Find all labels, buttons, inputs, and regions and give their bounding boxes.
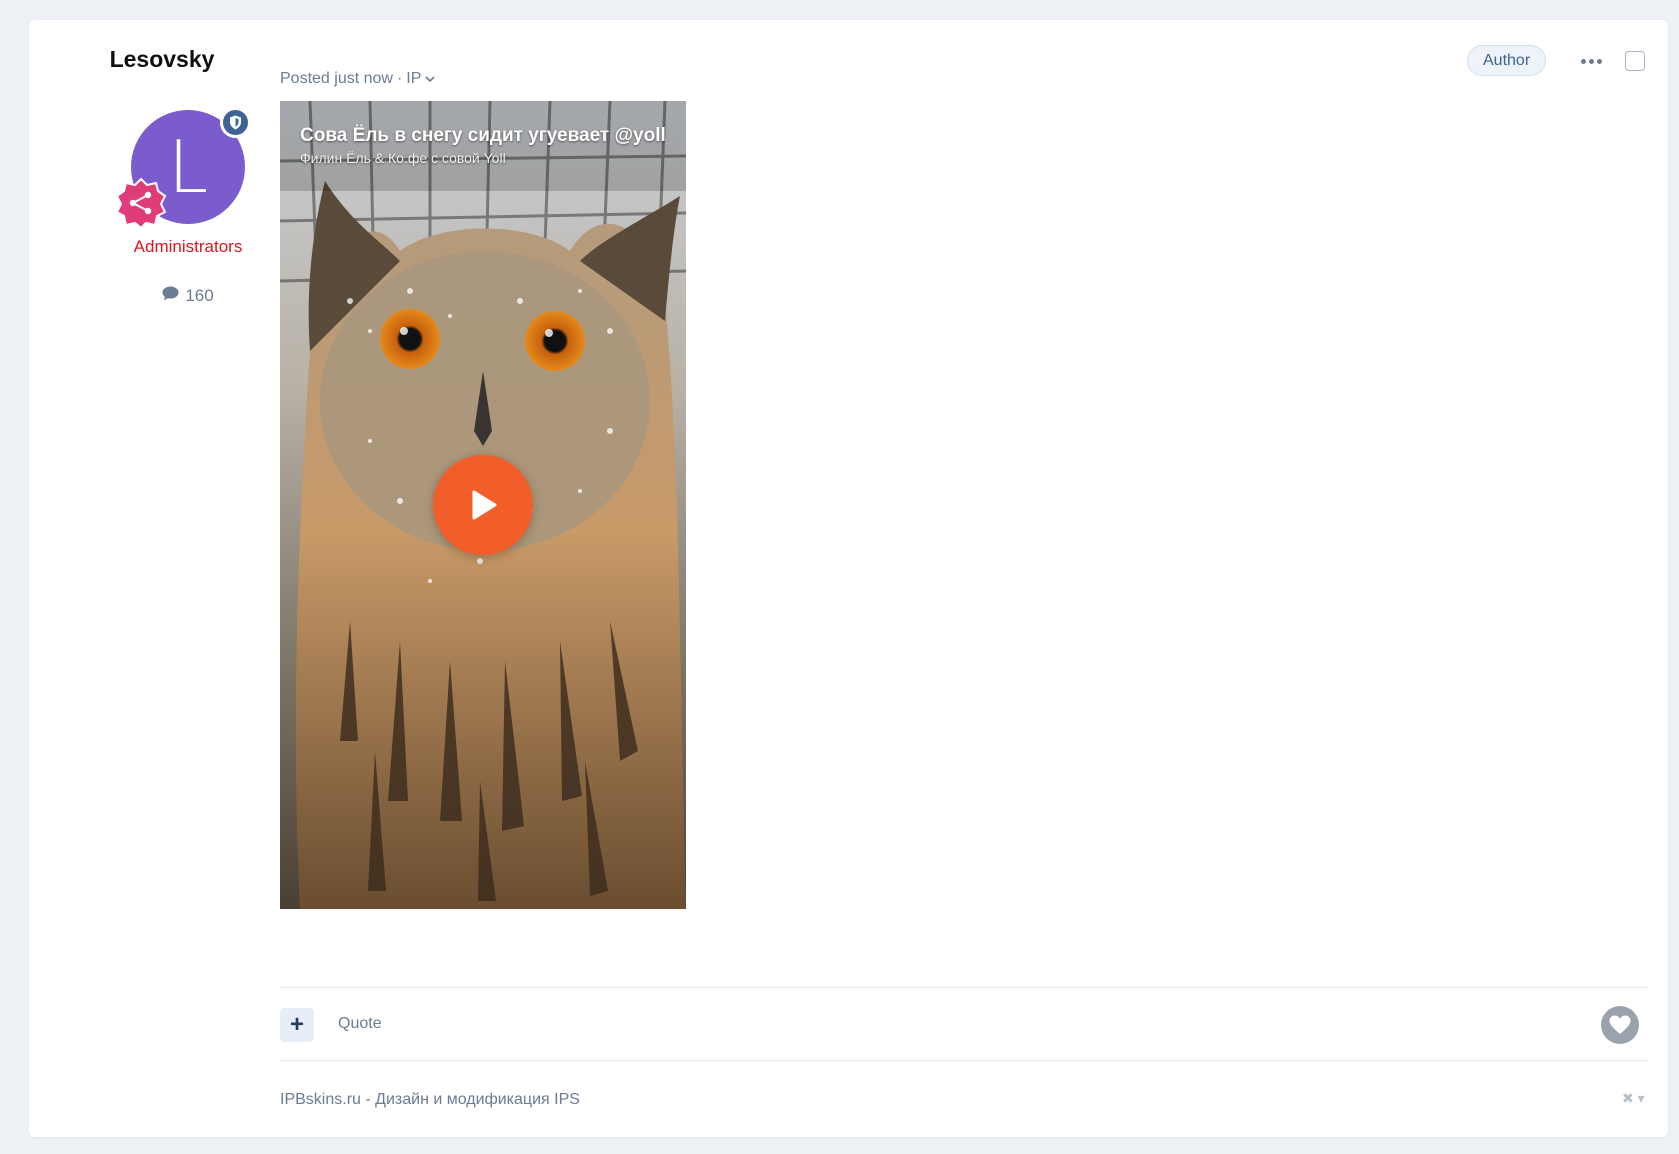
comment-icon bbox=[162, 286, 179, 306]
like-button[interactable] bbox=[1601, 1006, 1639, 1044]
more-options-button[interactable] bbox=[1576, 51, 1606, 71]
video-channel[interactable]: Филин Ёль & Ко.фе с совой Yoll bbox=[300, 150, 506, 166]
shield-icon bbox=[220, 107, 251, 138]
video-embed[interactable]: Сова Ёль в снегу сидит угуевает @yoll Фи… bbox=[280, 101, 686, 909]
dot-icon bbox=[1588, 58, 1594, 64]
dot-icon bbox=[1596, 58, 1602, 64]
chevron-down-icon[interactable] bbox=[425, 70, 435, 88]
dot-icon bbox=[1580, 58, 1586, 64]
post-container: Lesovsky L Administrators 160 Posted jus… bbox=[29, 20, 1668, 1137]
divider bbox=[280, 1060, 1649, 1061]
author-badge: Author bbox=[1467, 45, 1547, 76]
signature[interactable]: IPBskins.ru - Дизайн и модификация IPS bbox=[280, 1091, 580, 1109]
share-badge-icon bbox=[115, 177, 167, 230]
post-count-value: 160 bbox=[185, 286, 214, 305]
ip-link[interactable]: IP bbox=[406, 70, 421, 88]
divider bbox=[280, 987, 1649, 988]
post-meta: Posted just now · IP bbox=[280, 70, 435, 88]
video-title[interactable]: Сова Ёль в снегу сидит угуевает @yoll bbox=[300, 125, 666, 147]
signature-options-icon[interactable]: ✖ ▾ bbox=[1622, 1090, 1645, 1107]
play-button[interactable] bbox=[433, 455, 533, 555]
author-avatar-area: L bbox=[103, 90, 253, 240]
posted-time[interactable]: Posted just now bbox=[280, 70, 393, 88]
post-select-checkbox[interactable] bbox=[1625, 51, 1645, 71]
author-name[interactable]: Lesovsky bbox=[29, 46, 295, 73]
quote-button[interactable]: Quote bbox=[338, 1015, 382, 1033]
add-button[interactable]: + bbox=[280, 1008, 314, 1042]
meta-separator: · bbox=[396, 70, 403, 87]
heart-icon bbox=[1609, 1015, 1631, 1034]
play-icon bbox=[472, 490, 497, 520]
